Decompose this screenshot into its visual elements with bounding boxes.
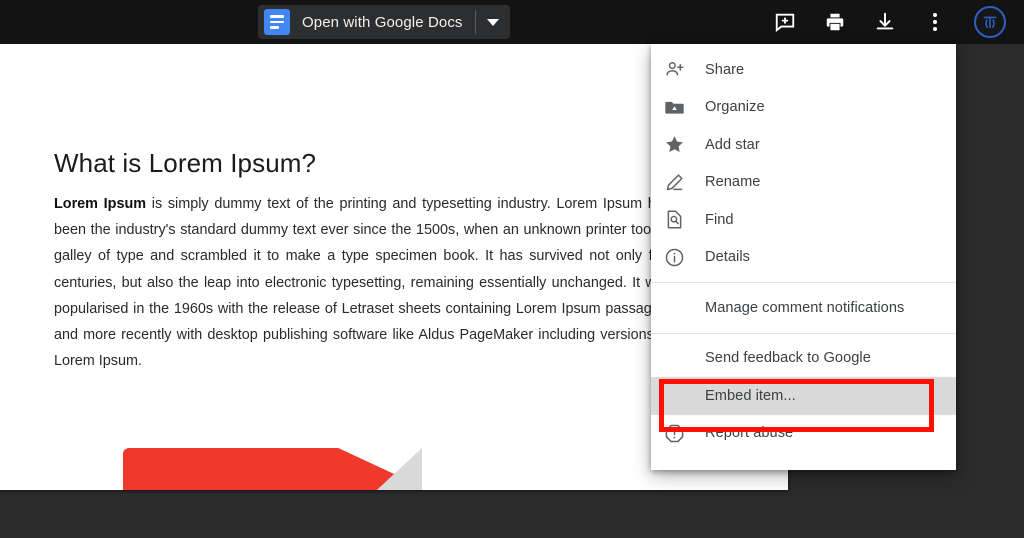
- menu-item-label: Share: [701, 62, 744, 78]
- menu-item-organize[interactable]: Organize: [651, 89, 956, 127]
- person-add-icon: [664, 59, 701, 80]
- menu-item-find[interactable]: Find: [651, 201, 956, 239]
- menu-item-label: Find: [701, 212, 734, 228]
- menu-item-label: Embed item...: [664, 388, 796, 404]
- menu-item-report-abuse[interactable]: Report abuse: [651, 415, 956, 453]
- menu-item-embed-item[interactable]: Embed item...: [651, 377, 956, 415]
- menu-item-label: Organize: [701, 99, 765, 115]
- report-icon: [664, 423, 701, 444]
- folder-move-icon: [664, 97, 701, 118]
- open-with-google-docs-label: Open with Google Docs: [290, 14, 475, 31]
- chevron-down-icon[interactable]: [476, 5, 510, 39]
- find-in-page-icon: [664, 209, 701, 230]
- document-heading: What is Lorem Ipsum?: [54, 148, 316, 179]
- menu-divider: [651, 282, 956, 283]
- menu-item-manage-comment-notifications[interactable]: Manage comment notifications: [651, 289, 956, 327]
- menu-divider: [651, 333, 956, 334]
- menu-item-details[interactable]: Details: [651, 239, 956, 277]
- open-with-google-docs-button[interactable]: Open with Google Docs: [258, 5, 510, 39]
- menu-item-label: Details: [701, 249, 750, 265]
- google-drive-pdf-viewer: What is Lorem Ipsum? Lorem Ipsum is simp…: [0, 0, 1024, 538]
- menu-item-add-star[interactable]: Add star: [651, 126, 956, 164]
- menu-item-label: Send feedback to Google: [664, 350, 871, 366]
- menu-item-label: Manage comment notifications: [664, 300, 904, 316]
- paragraph-lead-bold: Lorem Ipsum: [54, 196, 146, 212]
- account-avatar[interactable]: [974, 6, 1006, 38]
- menu-item-label: Rename: [701, 174, 760, 190]
- pencil-icon: [664, 172, 701, 193]
- graphic-sheet: [123, 448, 422, 490]
- menu-item-label: Add star: [701, 137, 760, 153]
- menu-item-share[interactable]: Share: [651, 51, 956, 89]
- menu-item-send-feedback[interactable]: Send feedback to Google: [651, 340, 956, 378]
- star-icon: [664, 134, 701, 155]
- more-actions-menu[interactable]: Share Organize Add star: [651, 44, 956, 470]
- add-comment-icon[interactable]: [771, 8, 799, 36]
- print-icon[interactable]: [821, 8, 849, 36]
- document-paragraph: Lorem Ipsum is simply dummy text of the …: [54, 191, 671, 374]
- top-toolbar: Open with Google Docs: [0, 0, 1024, 44]
- more-options-icon[interactable]: [921, 8, 949, 36]
- menu-item-rename[interactable]: Rename: [651, 164, 956, 202]
- info-icon: [664, 247, 701, 268]
- paragraph-body: is simply dummy text of the printing and…: [54, 196, 671, 369]
- download-icon[interactable]: [871, 8, 899, 36]
- red-document-graphic: [123, 448, 422, 490]
- menu-item-label: Report abuse: [701, 425, 793, 441]
- google-docs-icon: [264, 9, 290, 35]
